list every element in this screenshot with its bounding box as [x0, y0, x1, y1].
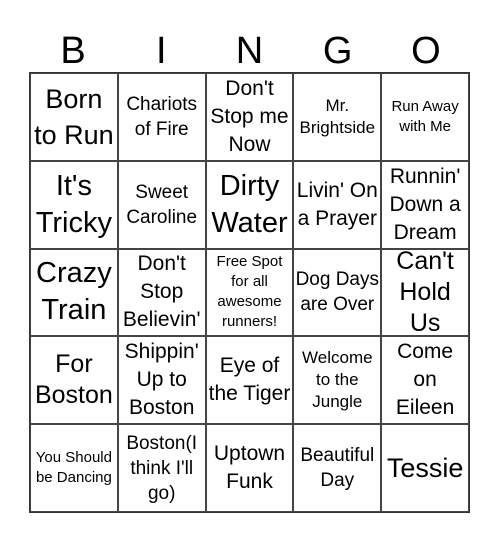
bingo-cell[interactable]: For Boston	[30, 336, 118, 425]
bingo-cell[interactable]: Uptown Funk	[205, 424, 294, 512]
bingo-cell[interactable]: Runnin' Down a Dream	[381, 160, 469, 249]
bingo-header: B I N G O	[29, 30, 470, 72]
bingo-cell[interactable]: Come on Eileen	[381, 336, 469, 425]
bingo-cell[interactable]: Can't Hold Us	[381, 248, 469, 337]
bingo-grid: Born to Run Chariots of Fire Don't Stop …	[29, 72, 470, 513]
bingo-cell[interactable]: Tessie	[381, 424, 469, 512]
bingo-cell[interactable]: Mr. Brightside	[293, 73, 382, 161]
bingo-cell[interactable]: Beautiful Day	[293, 424, 382, 512]
bingo-cell[interactable]: Welcome to the Jungle	[293, 336, 382, 425]
header-letter-o: O	[411, 30, 441, 72]
bingo-cell[interactable]: Don't Stop me Now	[205, 73, 294, 161]
bingo-cell[interactable]: Dirty Water	[205, 160, 294, 249]
bingo-cell[interactable]: Boston(I think I'll go)	[117, 424, 206, 512]
bingo-cell[interactable]: Dog Days are Over	[293, 248, 382, 337]
header-letter-n: N	[235, 30, 264, 72]
bingo-cell[interactable]: Livin' On a Prayer	[293, 160, 382, 249]
bingo-cell[interactable]: Shippin' Up to Boston	[117, 336, 206, 425]
bingo-cell[interactable]: Sweet Caroline	[117, 160, 206, 249]
header-letter-g: G	[322, 30, 353, 72]
bingo-cell[interactable]: Born to Run	[30, 73, 118, 161]
bingo-cell[interactable]: Run Away with Me	[381, 73, 469, 161]
bingo-cell[interactable]: You Should be Dancing	[30, 424, 118, 512]
header-letter-b: B	[60, 30, 86, 72]
bingo-cell[interactable]: Eye of the Tiger	[205, 336, 294, 425]
bingo-cell[interactable]: It's Tricky	[30, 160, 118, 249]
bingo-cell[interactable]: Don't Stop Believin'	[117, 248, 206, 337]
bingo-cell[interactable]: Chariots of Fire	[117, 73, 206, 161]
header-letter-i: I	[156, 30, 167, 72]
bingo-cell[interactable]: Crazy Train	[30, 248, 118, 337]
free-space-cell[interactable]: Free Spot for all awesome runners!	[205, 248, 294, 337]
